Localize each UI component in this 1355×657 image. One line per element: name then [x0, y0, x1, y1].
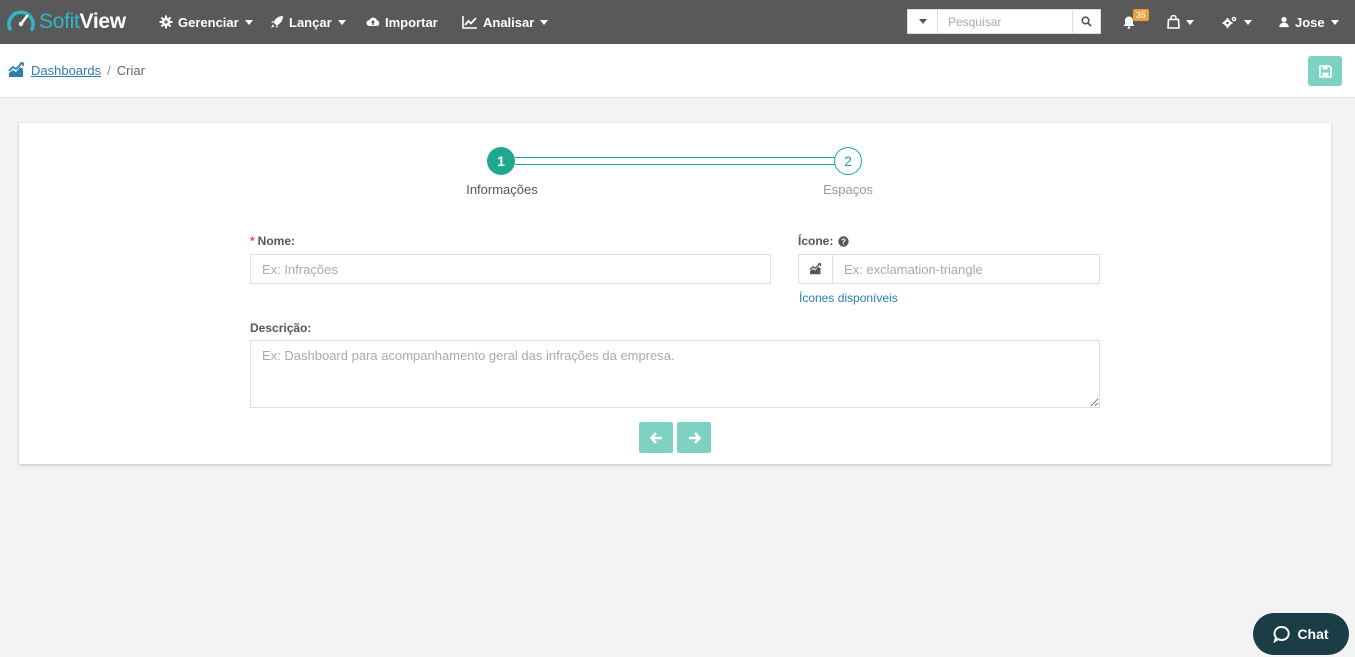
- wizard-step-2-number: 2: [844, 153, 852, 169]
- chat-button[interactable]: Chat: [1253, 613, 1349, 655]
- shopping-menu[interactable]: [1167, 0, 1194, 44]
- chat-bubble-icon: [1273, 626, 1291, 643]
- arrow-left-icon: [649, 431, 662, 444]
- create-dashboard-card: 1 2 Informações Espaços *Nome: Ícone: ? …: [19, 123, 1331, 464]
- search-button[interactable]: [1072, 10, 1100, 33]
- line-chart-icon: [462, 16, 477, 29]
- arrow-right-icon: [688, 431, 701, 444]
- cloud-upload-icon: [366, 17, 380, 26]
- shopping-bag-icon: [1167, 15, 1180, 29]
- notification-count-badge: 35: [1133, 9, 1150, 21]
- chevron-down-icon: [1186, 19, 1194, 25]
- description-label: Descrição:: [250, 321, 312, 335]
- icon-label: Ícone: ?: [798, 234, 850, 248]
- wizard-step-1-number: 1: [497, 153, 505, 169]
- available-icons-link[interactable]: Ícones disponíveis: [799, 291, 898, 305]
- previous-step-button[interactable]: [639, 422, 673, 453]
- name-input[interactable]: [250, 254, 771, 284]
- nav-analyze[interactable]: Analisar: [462, 0, 549, 44]
- chevron-down-icon: [337, 19, 346, 25]
- search-box: [907, 9, 1101, 34]
- chevron-down-icon: [1244, 19, 1252, 25]
- question-circle-icon[interactable]: ?: [838, 235, 850, 247]
- top-navbar: SofitView Gerenciar Lançar Importar Anal…: [0, 0, 1355, 44]
- chevron-down-icon: [918, 19, 927, 24]
- search-icon: [1081, 16, 1092, 27]
- chevron-down-icon: [1330, 19, 1339, 25]
- icon-preview-addon: [798, 254, 833, 284]
- wizard-step-1-label: Informações: [466, 182, 538, 197]
- area-chart-icon: [809, 263, 821, 275]
- nav-import[interactable]: Importar: [366, 0, 438, 44]
- brand-name: SofitView: [39, 10, 126, 33]
- chat-label: Chat: [1297, 626, 1329, 642]
- search-scope-dropdown[interactable]: [908, 10, 938, 33]
- cogs-icon: [1222, 16, 1237, 28]
- icon-input[interactable]: [832, 254, 1100, 284]
- breadcrumb-current: Criar: [116, 62, 145, 78]
- brand-logo[interactable]: SofitView: [6, 8, 126, 36]
- wizard-step-2-label: Espaços: [823, 182, 873, 197]
- breadcrumb-separator: /: [107, 62, 111, 78]
- nav-launch[interactable]: Lançar: [270, 0, 346, 44]
- description-textarea[interactable]: [250, 340, 1100, 408]
- nav-import-label: Importar: [385, 14, 438, 30]
- floppy-disk-icon: [1318, 64, 1332, 78]
- svg-text:?: ?: [841, 236, 846, 246]
- user-name: Jose: [1295, 14, 1325, 30]
- wizard-step-1[interactable]: 1: [487, 147, 515, 175]
- notifications-button[interactable]: [1122, 0, 1136, 44]
- breadcrumb-dashboards-link[interactable]: Dashboards: [31, 63, 101, 78]
- breadcrumb-bar: Dashboards / Criar: [0, 44, 1355, 98]
- settings-menu[interactable]: [1222, 0, 1252, 44]
- nav-manage[interactable]: Gerenciar: [159, 0, 253, 44]
- save-button[interactable]: [1308, 56, 1342, 86]
- next-step-button[interactable]: [677, 422, 711, 453]
- nav-analyze-label: Analisar: [483, 14, 535, 30]
- required-mark: *: [250, 234, 255, 248]
- rocket-icon: [271, 16, 283, 28]
- user-icon: [1279, 16, 1289, 28]
- wizard-progress-line: [515, 157, 835, 165]
- chevron-down-icon: [244, 19, 253, 25]
- area-chart-icon: [8, 62, 24, 77]
- chevron-down-icon: [540, 19, 549, 25]
- nav-launch-label: Lançar: [289, 14, 332, 30]
- nav-manage-label: Gerenciar: [178, 14, 239, 30]
- gear-icon: [159, 15, 173, 29]
- speedometer-logo-icon: [7, 10, 35, 31]
- name-label: * Nome:: [250, 234, 296, 248]
- user-menu[interactable]: Jose: [1278, 0, 1339, 44]
- wizard-step-2[interactable]: 2: [834, 147, 862, 175]
- breadcrumb: Dashboards / Criar: [8, 62, 145, 78]
- search-input[interactable]: [938, 10, 1072, 33]
